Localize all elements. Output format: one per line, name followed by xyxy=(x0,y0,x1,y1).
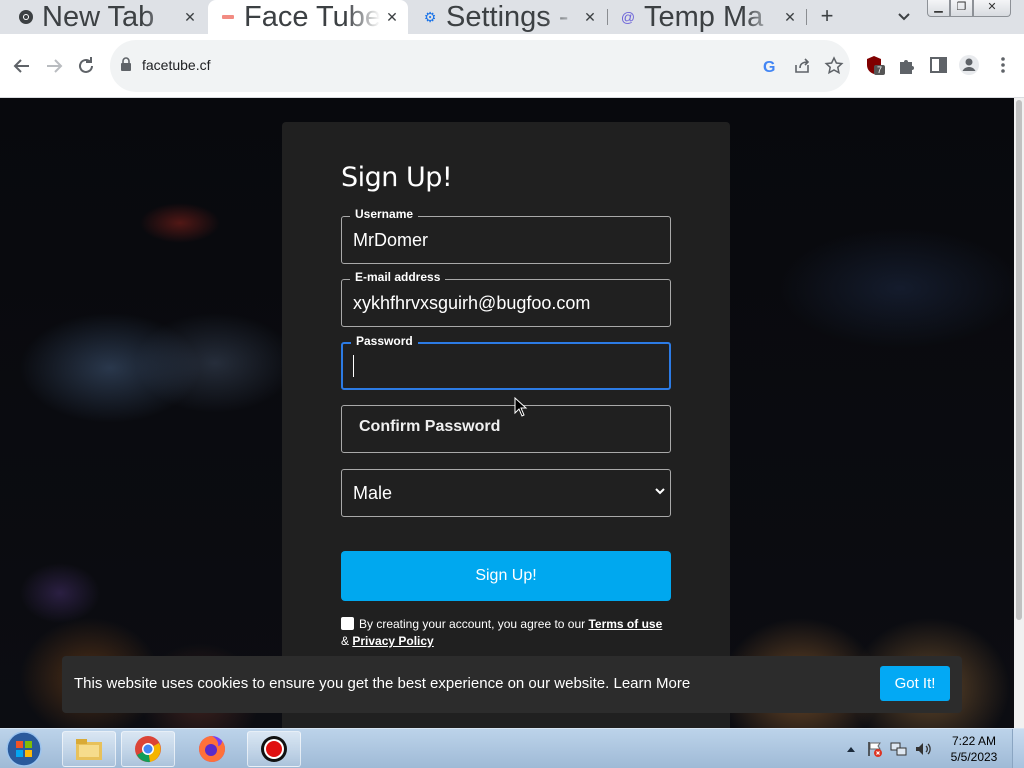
firefox-icon xyxy=(199,736,225,762)
tab-face-tube[interactable]: Face Tube ✕ xyxy=(208,0,408,34)
gender-select[interactable]: Male xyxy=(341,469,671,517)
address-bar[interactable]: facetube.cf G xyxy=(110,40,850,92)
ublock-extension-icon[interactable]: 7 xyxy=(864,54,886,76)
bookmark-star-icon[interactable] xyxy=(824,56,844,76)
page-scrollbar[interactable] xyxy=(1014,98,1024,728)
folder-icon xyxy=(76,739,102,760)
chrome-taskbar-button[interactable] xyxy=(121,731,175,767)
terms-checkbox[interactable] xyxy=(341,617,354,630)
new-tab-button[interactable]: + xyxy=(815,5,839,29)
tab-strip: New Tab ✕ Face Tube ✕ ⚙ Settings - ✕ @ T… xyxy=(0,0,1024,34)
svg-text:G: G xyxy=(763,59,775,76)
forward-button[interactable] xyxy=(42,54,66,78)
cookie-banner: This website uses cookies to ensure you … xyxy=(62,656,962,713)
firefox-taskbar-button[interactable] xyxy=(196,733,230,767)
username-field[interactable]: Username MrDomer xyxy=(341,207,671,264)
text-caret xyxy=(353,355,354,377)
show-hidden-icons-icon[interactable] xyxy=(846,745,856,753)
email-field[interactable]: E-mail address xykhfhrvxsguirh@bugfoo.co… xyxy=(341,270,671,327)
terms-ampersand: & xyxy=(341,634,353,648)
close-icon[interactable]: ✕ xyxy=(182,9,198,26)
restore-button[interactable]: ❐ xyxy=(950,0,973,17)
action-center-flag-icon[interactable] xyxy=(866,740,884,758)
volume-icon[interactable] xyxy=(914,740,932,758)
window-controls: ▁ ❐ ✕ xyxy=(927,0,1011,17)
learn-more-link[interactable]: Learn More xyxy=(613,675,690,692)
signup-panel: Sign Up! Username MrDomer E-mail address… xyxy=(282,122,730,728)
tab-settings[interactable]: ⚙ Settings - ✕ xyxy=(410,0,606,34)
extension-badge: 7 xyxy=(877,65,882,75)
windows-taskbar: 7:22 AM 5/5/2023 xyxy=(0,728,1024,768)
close-icon[interactable]: ✕ xyxy=(782,9,798,26)
web-page: Sign Up! Username MrDomer E-mail address… xyxy=(0,98,1024,728)
confirm-password-field[interactable]: Confirm Password xyxy=(341,405,671,453)
confirm-password-placeholder: Confirm Password xyxy=(359,418,501,435)
side-panel-icon[interactable] xyxy=(928,54,950,76)
url-text[interactable]: facetube.cf xyxy=(142,57,211,73)
terms-of-use-link[interactable]: Terms of use xyxy=(588,617,662,631)
temp-mail-icon: @ xyxy=(620,9,636,25)
clock-date: 5/5/2023 xyxy=(950,750,998,764)
minimize-button[interactable]: ▁ xyxy=(927,0,950,17)
tab-temp-mail[interactable]: @ Temp Ma ✕ xyxy=(608,0,806,34)
tab-new-tab[interactable]: New Tab ✕ xyxy=(6,0,206,34)
gender-selected-value: Male xyxy=(353,483,393,503)
terms-text: By creating your account, you agree to o… xyxy=(359,617,589,631)
tab-title: Temp Ma xyxy=(644,1,764,33)
record-icon xyxy=(261,736,287,762)
privacy-policy-link[interactable]: Privacy Policy xyxy=(352,634,433,648)
tab-title: Face Tube xyxy=(244,1,380,33)
password-field[interactable]: Password xyxy=(341,334,671,390)
back-button[interactable] xyxy=(10,54,34,78)
profile-avatar-icon[interactable] xyxy=(958,54,980,76)
email-value[interactable]: xykhfhrvxsguirh@bugfoo.com xyxy=(353,293,590,314)
facetube-favicon xyxy=(220,9,236,25)
close-window-button[interactable]: ✕ xyxy=(973,0,1011,17)
chevron-down-icon xyxy=(654,485,666,500)
mouse-pointer-icon xyxy=(514,397,528,417)
network-icon[interactable] xyxy=(890,740,908,758)
tab-title: New Tab xyxy=(42,1,155,33)
page-title: Sign Up! xyxy=(341,162,453,193)
signup-button[interactable]: Sign Up! xyxy=(341,551,671,601)
username-label: Username xyxy=(350,207,419,221)
chrome-icon xyxy=(18,9,34,25)
chrome-icon xyxy=(135,736,161,763)
settings-gear-icon: ⚙ xyxy=(423,8,437,25)
share-icon[interactable] xyxy=(792,56,812,76)
show-desktop-button[interactable] xyxy=(1012,729,1024,768)
got-it-button[interactable]: Got It! xyxy=(880,666,950,701)
google-lens-icon[interactable]: G xyxy=(760,56,780,76)
reload-button[interactable] xyxy=(74,54,98,78)
lock-icon[interactable] xyxy=(120,57,132,76)
terms-agreement: By creating your account, you agree to o… xyxy=(341,616,671,650)
username-value[interactable]: MrDomer xyxy=(353,230,428,251)
browser-toolbar: facetube.cf G 7 xyxy=(0,34,1024,98)
cookie-message: This website uses cookies to ensure you … xyxy=(74,675,691,692)
start-button[interactable] xyxy=(4,730,44,768)
chrome-menu-icon[interactable] xyxy=(992,54,1014,76)
extensions-puzzle-icon[interactable] xyxy=(896,54,918,76)
close-icon[interactable]: ✕ xyxy=(582,9,598,26)
file-explorer-taskbar-button[interactable] xyxy=(62,731,116,767)
recorder-taskbar-button[interactable] xyxy=(247,731,301,767)
clock-time: 7:22 AM xyxy=(951,734,997,748)
tab-divider xyxy=(806,9,807,25)
tab-search-chevron-icon[interactable] xyxy=(895,8,913,26)
password-label: Password xyxy=(351,334,418,348)
tab-title: Settings - xyxy=(446,1,569,33)
email-label: E-mail address xyxy=(350,270,446,284)
close-icon[interactable]: ✕ xyxy=(384,9,400,26)
taskbar-clock[interactable]: 7:22 AM 5/5/2023 xyxy=(940,733,1008,765)
